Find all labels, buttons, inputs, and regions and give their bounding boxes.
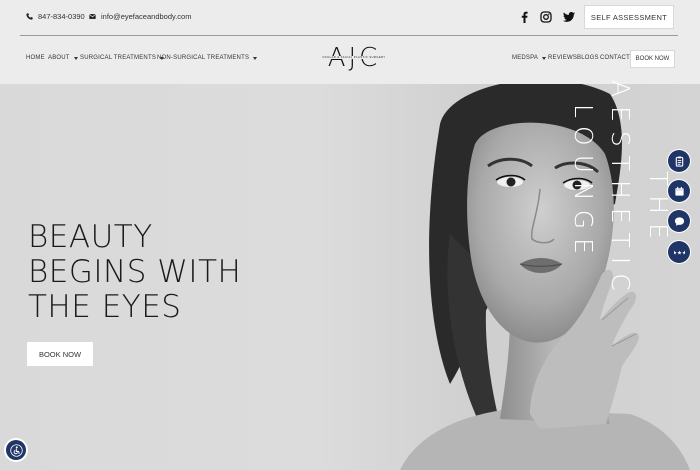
nav-contact-label[interactable]: CONTACT bbox=[600, 55, 630, 61]
facebook-link[interactable] bbox=[517, 10, 531, 24]
nav-medspa[interactable]: MEDSPA bbox=[512, 55, 547, 61]
chevron-down-icon bbox=[73, 56, 78, 60]
rating-stars-icon: ★★★ bbox=[674, 250, 685, 256]
nav-reviews[interactable]: REVIEWS bbox=[548, 55, 577, 61]
clipboard-icon bbox=[675, 156, 683, 167]
logo-tagline: OCULAR & FACIAL PLASTIC SURGERY bbox=[320, 56, 388, 59]
side-chat-button[interactable] bbox=[668, 210, 690, 232]
nav-blogs[interactable]: BLOGS bbox=[577, 55, 599, 61]
email-link[interactable]: info@eyefaceandbody.com bbox=[89, 12, 191, 21]
nav-surgical-label[interactable]: SURGICAL TREATMENTS bbox=[80, 55, 156, 61]
instagram-link[interactable] bbox=[539, 10, 553, 24]
hero-book-now-button[interactable]: BOOK NOW bbox=[27, 342, 93, 366]
nav-about-label[interactable]: ABOUT bbox=[48, 55, 70, 61]
hero-headline: BEAUTY BEGINS WITH THE EYES bbox=[28, 220, 241, 325]
vertical-text-lounge: LOUNGE bbox=[569, 104, 598, 263]
nav-contact[interactable]: CONTACT bbox=[600, 55, 630, 61]
nav-book-now-button[interactable]: BOOK NOW bbox=[630, 50, 675, 68]
twitter-icon bbox=[563, 12, 575, 22]
side-assessment-button[interactable] bbox=[668, 150, 690, 172]
calendar-icon bbox=[674, 186, 684, 196]
hero-portrait-image bbox=[400, 84, 690, 470]
accessibility-button[interactable] bbox=[6, 440, 26, 460]
main-nav: HOME ABOUT SURGICAL TREATMENTS NON-SURGI… bbox=[0, 36, 700, 84]
nav-home[interactable]: HOME bbox=[26, 55, 45, 61]
nav-about[interactable]: ABOUT bbox=[48, 55, 78, 61]
side-reviews-button[interactable]: ★★★ bbox=[668, 241, 690, 263]
nav-home-label[interactable]: HOME bbox=[26, 55, 45, 61]
chevron-down-icon bbox=[542, 56, 547, 60]
nav-reviews-label[interactable]: REVIEWS bbox=[548, 55, 577, 61]
top-bar: 847-834-0390 info@eyefaceandbody.com SEL… bbox=[0, 0, 700, 35]
self-assessment-button[interactable]: SELF ASSESSMENT bbox=[584, 5, 674, 29]
nav-surgical-treatments[interactable]: SURGICAL TREATMENTS bbox=[80, 55, 165, 61]
vertical-text-the: THE bbox=[644, 171, 673, 248]
headline-line: BEGINS WITH bbox=[28, 254, 242, 290]
nav-medspa-label[interactable]: MEDSPA bbox=[512, 55, 538, 61]
phone-link[interactable]: 847-834-0390 bbox=[26, 12, 85, 21]
headline-line: THE EYES bbox=[28, 289, 182, 325]
nav-non-surgical-treatments[interactable]: NON-SURGICAL TREATMENTS bbox=[157, 55, 258, 61]
chevron-down-icon bbox=[253, 56, 258, 60]
email-address[interactable]: info@eyefaceandbody.com bbox=[101, 12, 191, 21]
side-appointment-button[interactable] bbox=[668, 180, 690, 202]
vertical-text-aesthetic: AESTHETIC bbox=[606, 80, 635, 300]
facebook-icon bbox=[521, 11, 528, 23]
twitter-link[interactable] bbox=[562, 10, 576, 24]
phone-number[interactable]: 847-834-0390 bbox=[38, 12, 85, 21]
headline-line: BEAUTY bbox=[28, 219, 153, 255]
chat-icon bbox=[674, 216, 684, 226]
site-logo[interactable]: AJC OCULAR & FACIAL PLASTIC SURGERY bbox=[320, 42, 388, 74]
accessibility-icon bbox=[9, 443, 23, 457]
nav-non-surgical-label[interactable]: NON-SURGICAL TREATMENTS bbox=[157, 55, 249, 61]
nav-blogs-label[interactable]: BLOGS bbox=[577, 55, 599, 61]
instagram-icon bbox=[540, 11, 552, 23]
mail-icon bbox=[89, 13, 96, 19]
svg-text:★★★: ★★★ bbox=[674, 250, 685, 256]
phone-icon bbox=[26, 13, 33, 20]
